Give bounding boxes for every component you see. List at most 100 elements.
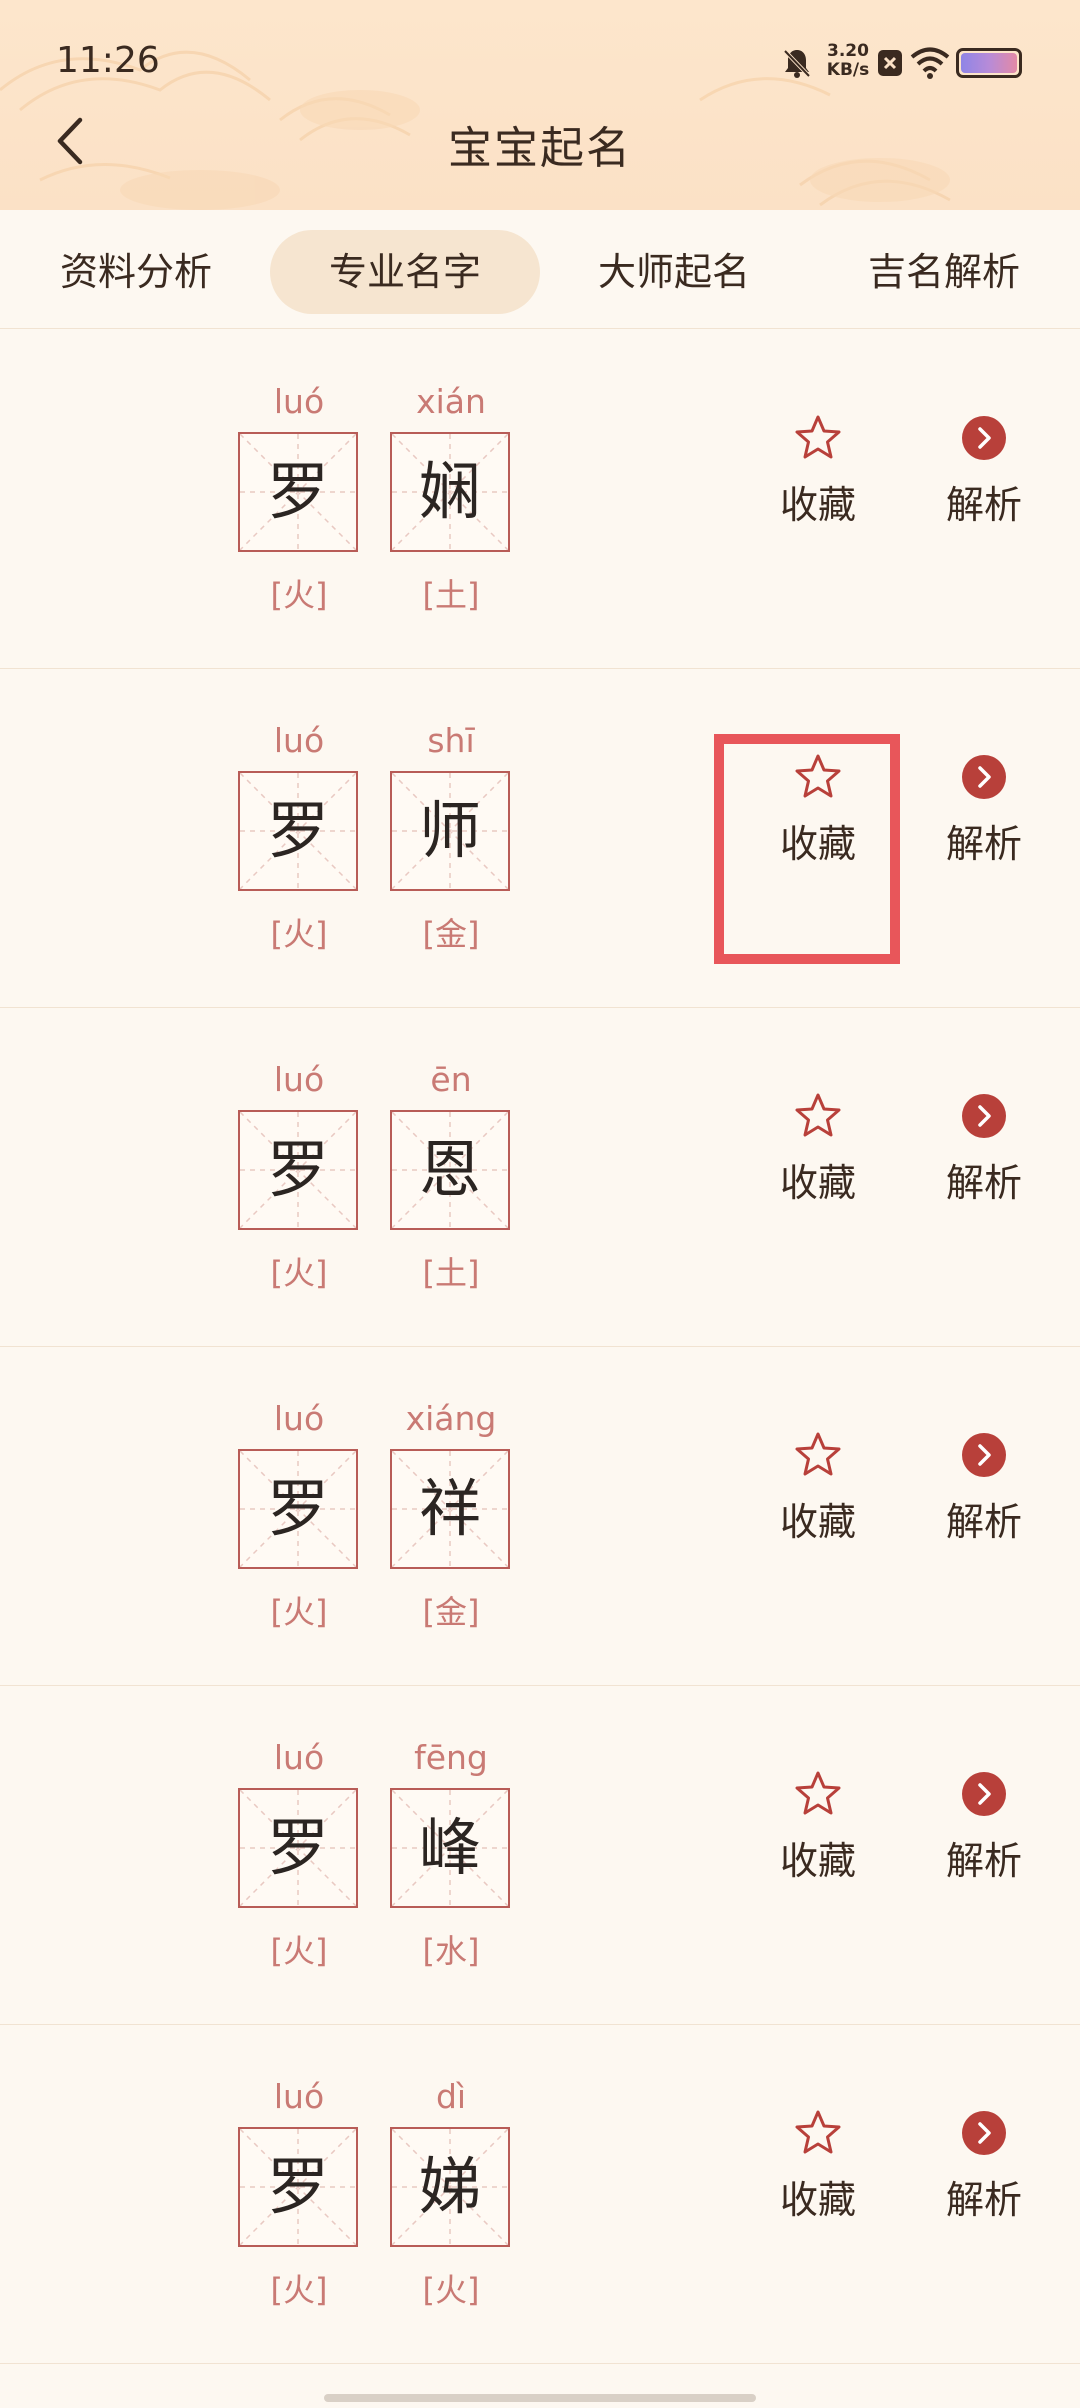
character-box: 娣 bbox=[390, 2127, 510, 2247]
name-row[interactable]: luó 罗 [火] fēng 峰 [水] 收藏 解析 bbox=[0, 1686, 1080, 2025]
character-box: 师 bbox=[390, 771, 510, 891]
favorite-label: 收藏 bbox=[779, 822, 856, 866]
character-box: 罗 bbox=[238, 771, 358, 891]
arrow-circle-icon bbox=[962, 755, 1006, 799]
five-element-text: [火] bbox=[422, 2271, 480, 2309]
analysis-label: 解析 bbox=[945, 1839, 1022, 1883]
five-element-text: [金] bbox=[422, 1593, 480, 1631]
character-box: 罗 bbox=[238, 1110, 358, 1230]
home-indicator[interactable] bbox=[324, 2394, 756, 2402]
character-box: 恩 bbox=[390, 1110, 510, 1230]
wifi-icon bbox=[910, 47, 950, 79]
tab-info-analysis[interactable]: 资料分析 bbox=[36, 230, 236, 314]
analysis-button[interactable]: 解析 bbox=[924, 1427, 1044, 1546]
character-box: 罗 bbox=[238, 432, 358, 552]
five-element-text: [火] bbox=[270, 576, 328, 614]
hanzi-text: 罗 bbox=[266, 1811, 329, 1884]
analysis-button[interactable]: 解析 bbox=[924, 410, 1044, 529]
five-element-text: [金] bbox=[422, 915, 480, 953]
name-list: luó 罗 [火] xián 娴 [土] 收藏 解析 luó 罗 [火] shī 师 [金] 收藏 解析 luó… bbox=[0, 330, 1080, 2364]
hanzi-text: 师 bbox=[418, 794, 481, 867]
star-outline-icon bbox=[795, 1771, 841, 1815]
pinyin-text: dì bbox=[435, 2077, 467, 2116]
favorite-label: 收藏 bbox=[779, 1500, 856, 1544]
analysis-label: 解析 bbox=[945, 1161, 1022, 1205]
tab-professional-names[interactable]: 专业名字 bbox=[270, 230, 540, 314]
pinyin-text: luó bbox=[273, 1060, 325, 1099]
five-element-text: [火] bbox=[270, 1932, 328, 1970]
hanzi-text: 恩 bbox=[418, 1133, 481, 1206]
favorite-label: 收藏 bbox=[779, 1839, 856, 1883]
star-outline-icon bbox=[795, 2110, 841, 2154]
favorite-button[interactable]: 收藏 bbox=[758, 1766, 878, 1885]
hanzi-text: 罗 bbox=[266, 455, 329, 528]
tab-name-analysis[interactable]: 吉名解析 bbox=[844, 230, 1044, 314]
analysis-button[interactable]: 解析 bbox=[924, 1766, 1044, 1885]
arrow-circle-icon bbox=[962, 1772, 1006, 1816]
hanzi-text: 罗 bbox=[266, 794, 329, 867]
arrow-circle-icon bbox=[962, 1094, 1006, 1138]
five-element-text: [土] bbox=[422, 1254, 480, 1292]
favorite-button[interactable]: 收藏 bbox=[758, 749, 878, 868]
tab-bar: 资料分析 专业名字 大师起名 吉名解析 bbox=[0, 210, 1080, 329]
name-row[interactable]: luó 罗 [火] ēn 恩 [土] 收藏 解析 bbox=[0, 1008, 1080, 1347]
pinyin-text: luó bbox=[273, 382, 325, 421]
favorite-button[interactable]: 收藏 bbox=[758, 410, 878, 529]
name-row[interactable]: luó 罗 [火] xián 娴 [土] 收藏 解析 bbox=[0, 330, 1080, 669]
favorite-button[interactable]: 收藏 bbox=[758, 1088, 878, 1207]
pinyin-text: shī bbox=[427, 721, 475, 760]
five-element-text: [火] bbox=[270, 915, 328, 953]
pinyin-text: fēng bbox=[414, 1738, 488, 1777]
page-title: 宝宝起名 bbox=[448, 123, 632, 174]
hanzi-text: 罗 bbox=[266, 2150, 329, 2223]
five-element-text: [土] bbox=[422, 576, 480, 614]
hanzi-text: 罗 bbox=[266, 1133, 329, 1206]
arrow-circle-icon bbox=[962, 416, 1006, 460]
pinyin-text: luó bbox=[273, 1399, 325, 1438]
star-outline-icon bbox=[795, 415, 841, 459]
notification-close-icon bbox=[878, 50, 902, 76]
name-row[interactable]: luó 罗 [火] xiáng 祥 [金] 收藏 解析 bbox=[0, 1347, 1080, 1686]
app-header: 11:26 3.20 KB/s 宝宝起名 bbox=[0, 0, 1080, 210]
favorite-label: 收藏 bbox=[779, 483, 856, 527]
analysis-label: 解析 bbox=[945, 1500, 1022, 1544]
analysis-label: 解析 bbox=[945, 483, 1022, 527]
character-box: 娴 bbox=[390, 432, 510, 552]
hanzi-text: 娣 bbox=[418, 2150, 481, 2223]
character-box: 罗 bbox=[238, 1449, 358, 1569]
favorite-label: 收藏 bbox=[779, 2178, 856, 2222]
analysis-button[interactable]: 解析 bbox=[924, 2105, 1044, 2224]
analysis-label: 解析 bbox=[945, 822, 1022, 866]
net-speed: 3.20 KB/s bbox=[826, 41, 870, 80]
analysis-button[interactable]: 解析 bbox=[924, 749, 1044, 868]
five-element-text: [水] bbox=[422, 1932, 480, 1970]
favorite-button[interactable]: 收藏 bbox=[758, 1427, 878, 1546]
analysis-label: 解析 bbox=[945, 2178, 1022, 2222]
arrow-circle-icon bbox=[962, 1433, 1006, 1477]
pinyin-text: ēn bbox=[430, 1060, 472, 1099]
star-outline-icon bbox=[795, 754, 841, 798]
character-box: 罗 bbox=[238, 2127, 358, 2247]
star-outline-icon bbox=[795, 1432, 841, 1476]
hanzi-text: 娴 bbox=[418, 455, 481, 528]
pinyin-text: xiáng bbox=[405, 1399, 497, 1438]
favorite-button[interactable]: 收藏 bbox=[758, 2105, 878, 2224]
status-time: 11:26 bbox=[56, 40, 160, 81]
five-element-text: [火] bbox=[270, 2271, 328, 2309]
favorite-label: 收藏 bbox=[779, 1161, 856, 1205]
character-box: 罗 bbox=[238, 1788, 358, 1908]
hanzi-text: 峰 bbox=[418, 1811, 481, 1884]
mute-bell-icon bbox=[783, 49, 811, 78]
character-box: 峰 bbox=[390, 1788, 510, 1908]
analysis-button[interactable]: 解析 bbox=[924, 1088, 1044, 1207]
name-row[interactable]: luó 罗 [火] shī 师 [金] 收藏 解析 bbox=[0, 669, 1080, 1008]
name-row[interactable]: luó 罗 [火] dì 娣 [火] 收藏 解析 bbox=[0, 2025, 1080, 2364]
hanzi-text: 罗 bbox=[266, 1472, 329, 1545]
star-outline-icon bbox=[795, 1093, 841, 1137]
hanzi-text: 祥 bbox=[418, 1472, 481, 1545]
pinyin-text: luó bbox=[273, 1738, 325, 1777]
tab-master-naming[interactable]: 大师起名 bbox=[574, 230, 774, 314]
cloud-pattern-decoration bbox=[0, 50, 951, 210]
arrow-circle-icon bbox=[962, 2111, 1006, 2155]
battery-icon bbox=[956, 48, 1022, 78]
